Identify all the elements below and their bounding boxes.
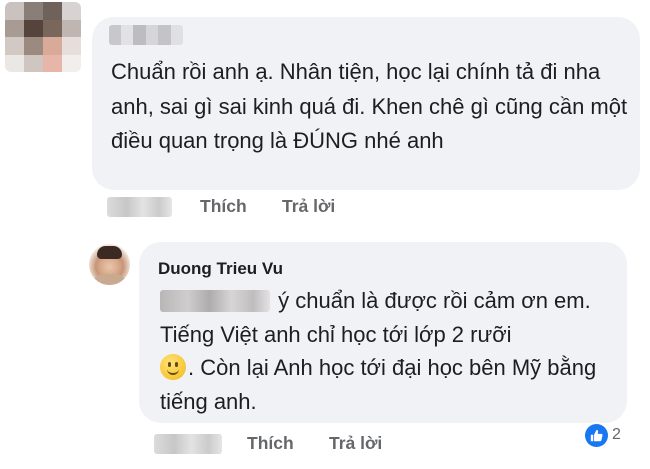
reply-link[interactable]: Trả lời [282,196,335,217]
like-link[interactable]: Thích [200,196,247,217]
like-thumb-icon [585,423,608,447]
smile-emoji-icon [160,354,186,380]
reply-timestamp-redacted[interactable] [154,434,222,454]
mentioned-name-redacted[interactable] [160,290,270,312]
avatar-shirt [93,274,126,285]
reply-author-name[interactable]: Duong Trieu Vu [158,259,283,279]
reply-like-link[interactable]: Thích [247,433,294,454]
comment-timestamp-redacted[interactable] [107,197,172,217]
reaction-summary[interactable]: 2 [585,423,621,447]
reply-text: ý chuẩn là được rồi cảm ơn em. Tiếng Việ… [160,284,620,418]
reply-reply-link[interactable]: Trả lời [329,433,382,454]
avatar-hair [97,246,122,259]
reply-text-part2: . Còn lại Anh học tới đại học bên Mỹ bằn… [160,355,597,414]
reaction-count: 2 [612,426,621,443]
commenter-name-redacted[interactable] [109,25,183,45]
comment-text: Chuẩn rồi anh ạ. Nhân tiện, học lại chín… [111,59,628,153]
commenter-avatar[interactable] [5,2,81,72]
reply-author-avatar[interactable] [89,244,130,285]
